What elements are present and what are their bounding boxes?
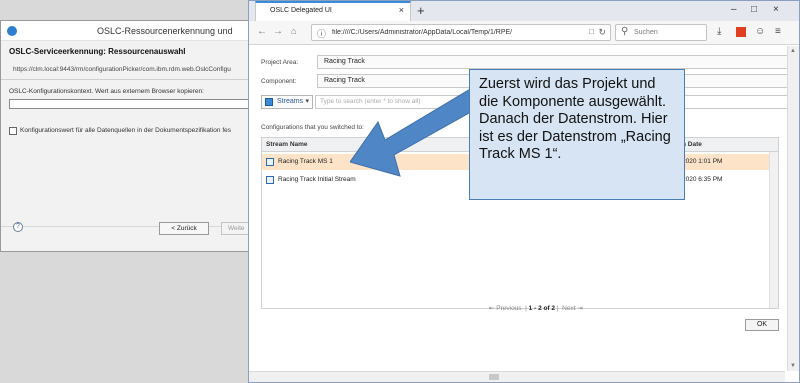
minimize-button[interactable]: – [731,4,737,15]
tab-strip: OSLC Delegated UI × + – □ × [249,1,799,21]
forward-arrow-icon[interactable]: → [273,26,283,37]
back-arrow-icon[interactable]: ← [257,26,267,37]
apply-all-checkbox[interactable] [9,127,17,135]
section-heading: OSLC-Serviceerkennung: Ressourcenauswahl [9,47,186,56]
page-range: 1 - 2 of 2 [528,305,556,312]
context-label: OSLC-Konfigurationskontext. Wert aus ext… [9,88,204,95]
account-icon[interactable]: ☺ [755,26,765,37]
search-placeholder: Suchen [634,29,658,36]
maximize-button[interactable]: □ [751,4,757,15]
reload-icon[interactable]: ↻ [598,27,606,38]
callout-text: Zuerst wird das Projekt und die Komponen… [479,76,671,162]
close-window-button[interactable]: × [773,4,779,15]
stream-icon [266,158,274,166]
home-icon[interactable]: ⌂ [291,26,296,36]
tab-title: OSLC Delegated UI [270,7,332,14]
scrollbar-thumb[interactable] [489,374,499,380]
extension-icon[interactable] [736,27,746,37]
previous-arrow-icon[interactable]: ⇤ [489,305,494,312]
help-icon[interactable]: ? [13,222,23,232]
stream-icon [266,176,274,184]
search-icon: ⚲ [621,26,629,37]
navigation-bar: ← → ⌂ ⓘ file:////C:/Users/Administrator/… [249,21,799,45]
streams-label: Streams [277,98,304,105]
callout-arrow [350,87,479,177]
stream-icon [265,98,273,106]
resource-discovery-dialog: OSLC-Ressourcenerkennung und OSLC-Servic… [0,20,261,252]
annotation-callout: Zuerst wird das Projekt und die Komponen… [469,69,685,200]
back-button[interactable]: < Zurück [159,222,209,235]
chevron-down-icon: ▾ [305,98,309,105]
horizontal-scrollbar[interactable] [249,371,785,382]
vertical-scrollbar[interactable]: ▲ ▼ [787,46,799,371]
scroll-up-icon[interactable]: ▲ [790,48,796,54]
next-arrow-icon[interactable]: ⇥ [577,305,582,312]
column-stream-name[interactable]: Stream Name [266,141,308,148]
menu-icon[interactable]: ≡ [775,26,781,37]
table-scrollbar[interactable] [769,152,778,308]
component-label: Component: [261,78,297,85]
previous-link[interactable]: Previous [496,305,521,312]
pagination: ⇤ Previous | 1 - 2 of 2 | Next ⇥ [489,305,583,312]
close-tab-icon[interactable]: × [399,5,404,15]
page-actions-icon[interactable]: □ [589,27,594,36]
info-icon[interactable]: ⓘ [317,27,326,40]
dialog-titlebar: OSLC-Ressourcenerkennung und [1,21,248,41]
ok-button[interactable]: OK [745,319,779,331]
project-area-label: Project Area: [261,59,299,66]
address-bar[interactable]: ⓘ file:////C:/Users/Administrator/AppDat… [311,24,611,41]
project-area-field[interactable]: Racing Track [317,55,793,69]
app-icon [7,26,17,36]
stream-date: 2020 6:35 PM [682,176,723,183]
dialog-title: OSLC-Ressourcenerkennung und [97,26,233,36]
apply-all-label: Konfigurationswert für alle Datenquellen… [20,127,232,134]
url-text: file:////C:/Users/Administrator/AppData/… [332,29,513,36]
context-input[interactable] [9,99,250,109]
next-link[interactable]: Next [562,305,575,312]
tab-oslc-delegated-ui[interactable]: OSLC Delegated UI × [255,1,411,21]
search-box[interactable]: ⚲ Suchen [615,24,707,41]
stream-name: Racing Track MS 1 [278,158,333,165]
scroll-down-icon[interactable]: ▼ [790,363,796,369]
stream-date: 2020 1:01 PM [682,158,723,165]
arrow-shape [350,87,479,177]
divider [1,226,248,227]
streams-dropdown[interactable]: Streams ▾ [261,95,313,109]
divider [1,79,248,80]
new-tab-button[interactable]: + [417,3,425,18]
service-url: https://clm.local:9443/rm/configurationP… [13,66,231,73]
downloads-icon[interactable]: ⤓ [717,26,721,37]
configurations-heading: Configurations that you switched to: [261,124,364,131]
stream-name: Racing Track Initial Stream [278,176,356,183]
